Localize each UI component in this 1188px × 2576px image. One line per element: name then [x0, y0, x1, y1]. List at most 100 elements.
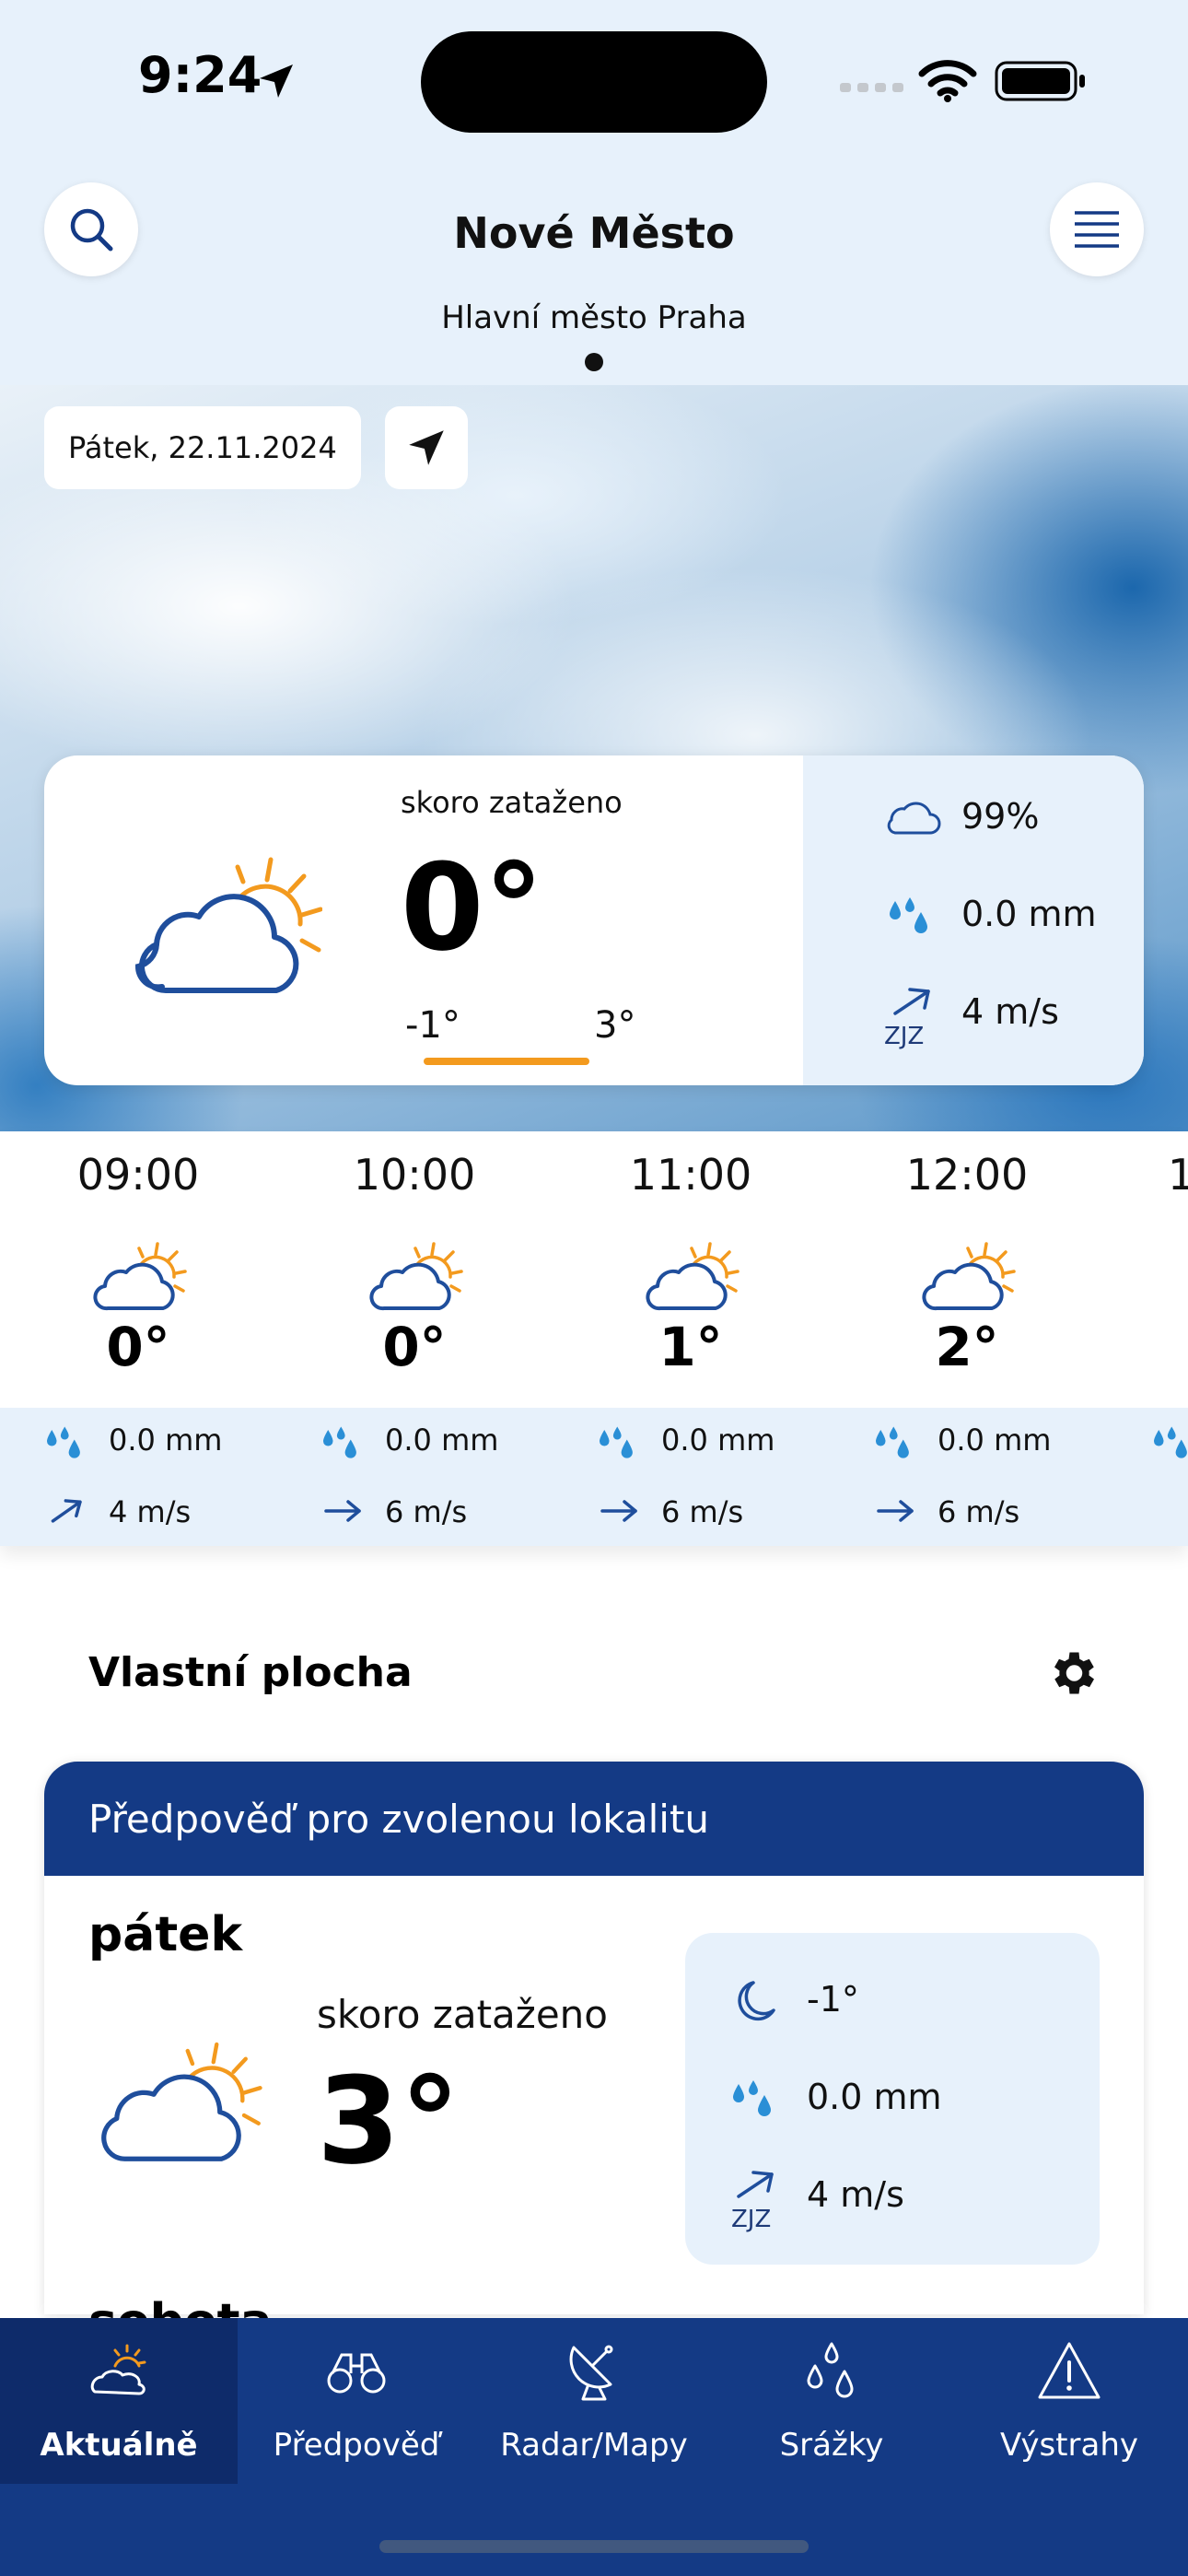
tab-label: Radar/Mapy: [500, 2427, 688, 2464]
radar-dish-icon: [569, 2345, 613, 2401]
cloud-sun-icon: [90, 2344, 146, 2395]
tab-srazky[interactable]: Srážky: [713, 2318, 950, 2484]
home-indicator: [379, 2540, 809, 2553]
tab-label: Výstrahy: [1000, 2427, 1138, 2464]
hourly-precipitation: 0.0 mm: [661, 1423, 775, 1458]
wind-direction-arrow-icon: [737, 2171, 774, 2198]
location-arrow-icon: [260, 64, 293, 98]
binoculars-icon: [327, 2353, 386, 2394]
hourly-item[interactable]: 12:00 2° 0.0 mm 6 m/s: [829, 1131, 1105, 1546]
forecast-details-panel: -1° 0.0 mm ZJZ 4 m/s: [685, 1933, 1100, 2265]
precipitation-value: 0.0 mm: [807, 2077, 942, 2117]
hourly-temperature: 0°: [382, 1316, 447, 1378]
cloud-sun-icon: [369, 1242, 463, 1311]
raindrops-icon: [47, 1426, 80, 1458]
wind-direction-arrow-icon: [877, 1500, 914, 1522]
hourly-item[interactable]: 09:00 0° 0.0 mm 4 m/s: [0, 1131, 276, 1546]
hourly-time: 10:00: [353, 1150, 476, 1200]
forecast-card-header: Předpověď pro zvolenou lokalitu: [44, 1762, 1144, 1876]
current-max-temperature: 3°: [594, 1004, 636, 1047]
raindrops-icon: [876, 1426, 909, 1458]
hourly-temperature: 0°: [106, 1316, 170, 1378]
wind-value: 4 m/s: [961, 991, 1059, 1032]
wind-value: 4 m/s: [807, 2174, 904, 2215]
hourly-item[interactable]: 10:00 0° 0.0 mm 6 m/s: [276, 1131, 553, 1546]
locate-me-button[interactable]: [385, 406, 468, 489]
tab-label: Předpověď: [273, 2427, 440, 2464]
hourly-precipitation: 0.0 mm: [938, 1423, 1052, 1458]
raindrops-icon: [600, 1426, 633, 1458]
hourly-temperature: 2°: [935, 1316, 999, 1378]
hourly-precipitation: 0.0 mm: [385, 1423, 499, 1458]
cloud-sun-icon: [93, 1242, 187, 1311]
forecast-condition: skoro zataženo: [317, 1992, 608, 2037]
raindrops-icon: [733, 2080, 771, 2116]
date-label: Pátek, 22.11.2024: [44, 406, 361, 489]
hourly-wind: 6 m/s: [938, 1494, 1020, 1529]
hourly-wind: 6 m/s: [661, 1494, 744, 1529]
dynamic-island: [421, 31, 767, 133]
hourly-precipitation: 0.0 mm: [109, 1423, 223, 1458]
wind-direction-label: ZJZ: [884, 1023, 925, 1050]
raindrops-icon: [1154, 1426, 1187, 1458]
current-weather-card[interactable]: skoro zataženo 0° -1° 3° 99% 0.0 mm ZJZ …: [44, 755, 1144, 1085]
hourly-temperature: 1°: [658, 1316, 723, 1378]
forecast-temperature: 3°: [317, 2051, 460, 2191]
wind-direction-arrow-icon: [893, 988, 930, 1015]
warning-icon: [1038, 2342, 1101, 2399]
cellular-signal-icon: [840, 83, 903, 92]
custom-panel-title: Vlastní plocha: [88, 1649, 413, 1696]
raindrops-icon: [323, 1426, 356, 1458]
raindrops-icon: [807, 2342, 854, 2398]
page-indicator-dot[interactable]: [585, 353, 603, 371]
forecast-day: pátek: [88, 1907, 243, 1962]
wind-row: ZJZ 4 m/s: [685, 2169, 1026, 2242]
location-forecast-card[interactable]: Předpověď pro zvolenou lokalitu pátek sk…: [44, 1762, 1144, 2314]
wind-row: ZJZ 4 m/s: [803, 986, 1144, 1060]
region-name: Hlavní město Praha: [441, 299, 747, 336]
cloud-sun-icon: [101, 2042, 262, 2161]
hourly-time: 12:00: [905, 1150, 1029, 1200]
hourly-forecast-strip[interactable]: 1 09:00 0° 0.0 mm 4 m/s 10:00 0° 0.0 mm 6 m/s 11…: [0, 1131, 1188, 1546]
cloud-sun-icon: [922, 1242, 1016, 1311]
wind-direction-label: ZJZ: [731, 2206, 772, 2233]
cloudiness-value: 99%: [961, 796, 1040, 837]
tab-aktualne[interactable]: Aktuálně: [0, 2318, 238, 2484]
temperature-range-bar: [424, 1058, 589, 1065]
raindrops-icon: [890, 897, 927, 933]
hourly-wind: 4 m/s: [109, 1494, 192, 1529]
current-condition: skoro zataženo: [401, 785, 623, 820]
forecast-card-title: Předpověď pro zvolenou lokalitu: [88, 1797, 710, 1842]
tab-label: Aktuálně: [40, 2427, 198, 2464]
bottom-tab-bar: Aktuálně Předpověď Radar/Mapy Srážky Výs…: [0, 2318, 1188, 2576]
wind-direction-arrow-icon: [51, 1499, 82, 1523]
cloudiness-row: 99%: [803, 790, 1144, 846]
cloud-sun-icon: [134, 857, 322, 993]
moon-icon: [738, 1981, 775, 2021]
tab-vystrahy[interactable]: Výstrahy: [950, 2318, 1188, 2484]
precipitation-value: 0.0 mm: [961, 894, 1097, 934]
current-details-panel: 99% 0.0 mm ZJZ 4 m/s: [803, 755, 1144, 1085]
menu-icon: [1075, 211, 1119, 248]
status-time: 9:24: [138, 46, 262, 104]
precipitation-row: 0.0 mm: [685, 2071, 1026, 2126]
precipitation-row: 0.0 mm: [803, 888, 1144, 943]
battery-icon: [995, 61, 1085, 101]
tab-radar-mapy[interactable]: Radar/Mapy: [475, 2318, 713, 2484]
location-arrow-icon: [409, 430, 444, 465]
hourly-item[interactable]: 11:00 1° 0.0 mm 6 m/s: [553, 1131, 829, 1546]
wind-direction-arrow-icon: [600, 1500, 637, 1522]
cloud-sun-icon: [646, 1242, 740, 1311]
wind-direction-arrow-icon: [324, 1500, 361, 1522]
panel-settings-button[interactable]: [1041, 1642, 1103, 1704]
hourly-time: 11:00: [629, 1150, 752, 1200]
tab-predpoved[interactable]: Předpověď: [238, 2318, 475, 2484]
hourly-time: 09:00: [76, 1150, 200, 1200]
tab-label: Srážky: [779, 2427, 884, 2464]
city-name: Nové Město: [453, 208, 735, 258]
current-min-temperature: -1°: [405, 1004, 460, 1047]
hourly-wind: 6 m/s: [385, 1494, 468, 1529]
night-temperature-row: -1°: [685, 1973, 1026, 2029]
menu-button[interactable]: [1050, 182, 1144, 276]
night-temperature-value: -1°: [807, 1979, 859, 2020]
